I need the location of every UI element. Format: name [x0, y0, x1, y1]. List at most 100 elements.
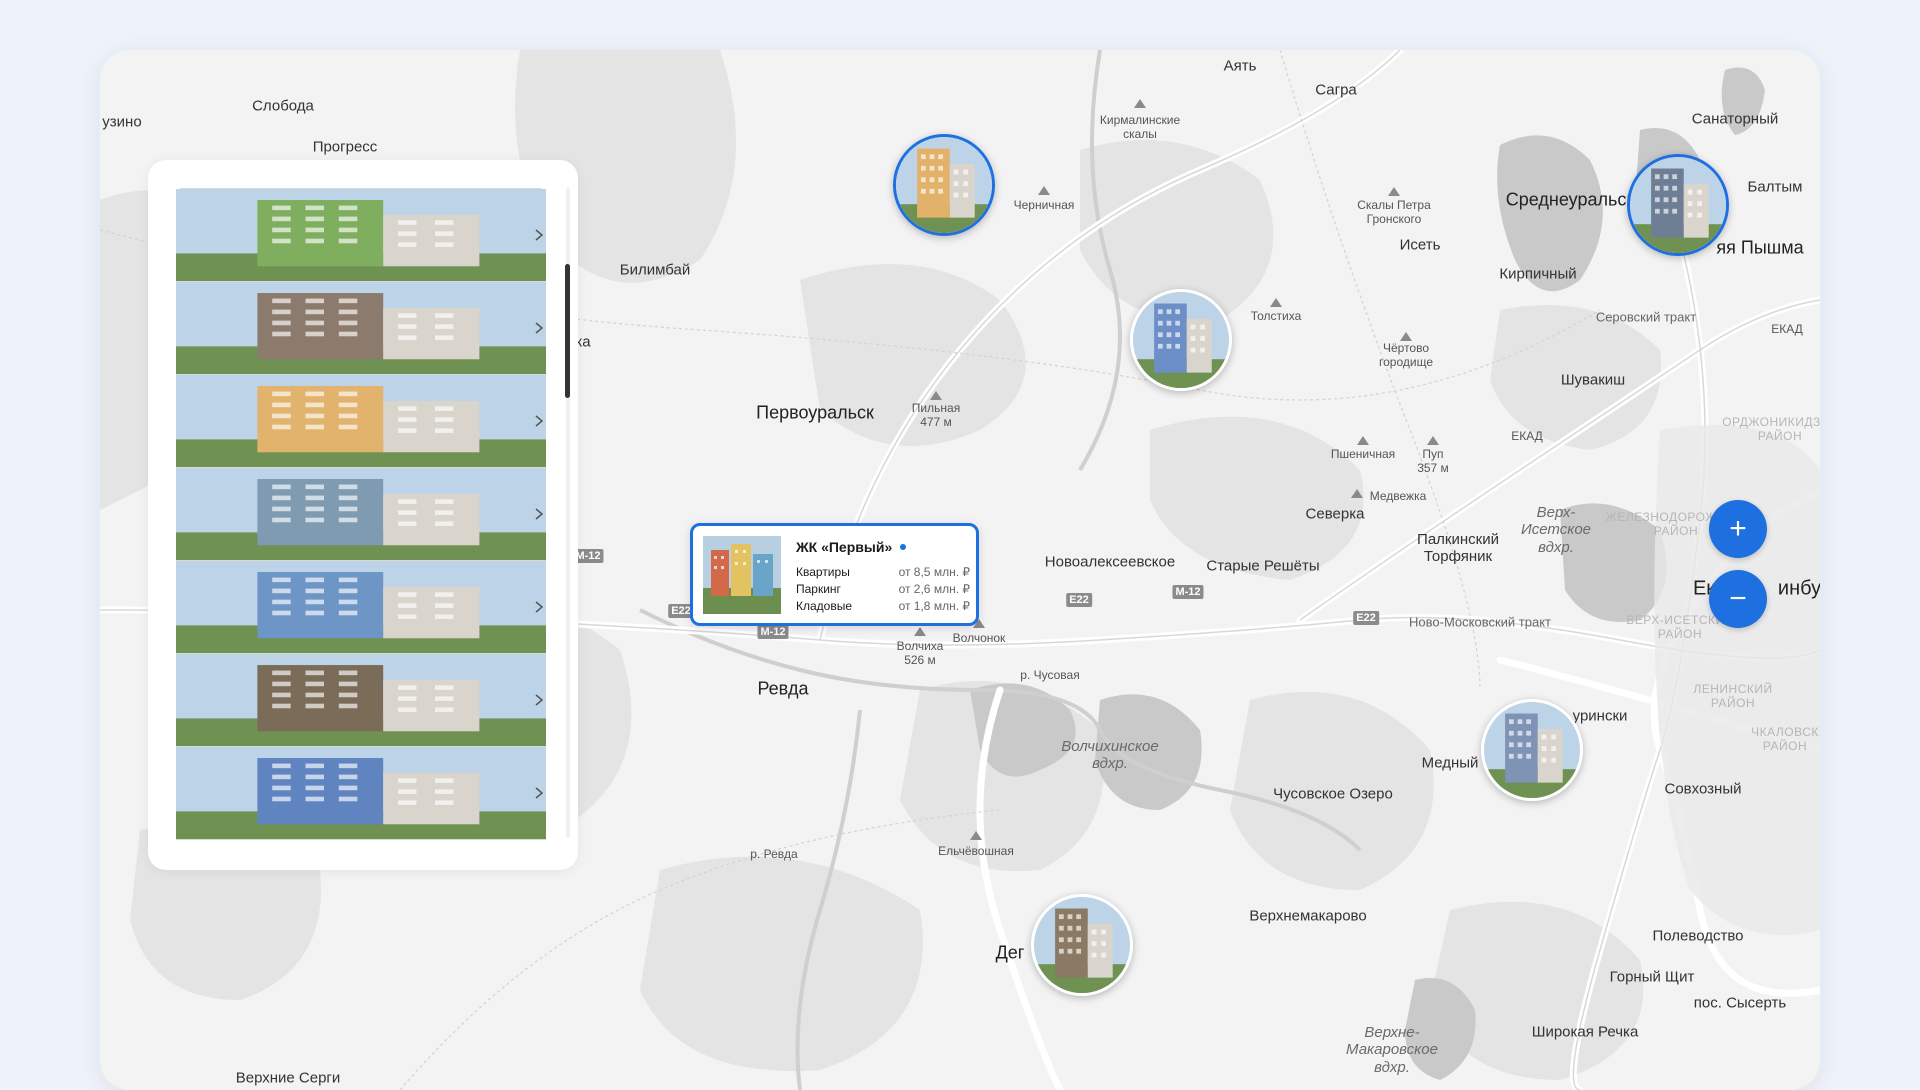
chevron-right-icon	[535, 322, 544, 334]
map-place-label: узино	[102, 113, 142, 131]
map-place-label: Ельчёвошная	[938, 844, 1014, 859]
map-place-label: Прогресс	[312, 138, 378, 156]
map-place-label: инбур	[1777, 577, 1820, 600]
road-shield: М-12	[1172, 585, 1204, 599]
map-place-label: Верхнемакарово	[1249, 907, 1367, 925]
map-place-label: Волчонок	[952, 631, 1006, 646]
mountain-peak-icon	[930, 391, 942, 400]
chevron-right-icon	[535, 694, 544, 706]
minus-icon: −	[1729, 582, 1747, 615]
map-place-label: ЛЕНИНСКИЙ РАЙОН	[1693, 682, 1773, 710]
map-place-label: Пильная 477 м	[911, 401, 961, 429]
price-value: от 8,5 млн. ₽	[898, 565, 970, 579]
map-place-label: Ново-Московский тракт	[1409, 614, 1551, 630]
chevron-right-icon	[535, 787, 544, 799]
map-place-label: ЕКАД	[1771, 322, 1803, 337]
project-list-item[interactable]: ЖК «Первый» г. Ревда	[176, 189, 546, 282]
mountain-peak-icon	[1400, 332, 1412, 341]
project-list-item[interactable]: ЖК «Шестой» г. Екатеринбург	[176, 654, 546, 747]
map-project-pin[interactable]	[1031, 894, 1133, 996]
map-project-pin[interactable]	[1130, 289, 1232, 391]
map-place-label: Толстиха	[1250, 309, 1302, 324]
project-list-item[interactable]: ЖК «Четверый» г. Екатеринбург	[176, 468, 546, 561]
map-place-label: Горный Щит	[1609, 968, 1695, 986]
project-thumbnail	[176, 375, 546, 467]
map-place-label: Старые Решёты	[1206, 557, 1320, 575]
map-place-label: Исеть	[1399, 236, 1441, 254]
list-scrollbar-thumb[interactable]	[565, 264, 570, 398]
project-list-item[interactable]: ЖК «Третий» г. Екатеринбург	[176, 375, 546, 468]
map-place-label: Санаторный	[1691, 110, 1779, 128]
map-place-label: Волчихинское вдхр.	[1061, 737, 1159, 772]
map-project-pin[interactable]	[1627, 154, 1729, 256]
new-indicator-dot	[900, 544, 907, 550]
popup-title-text: ЖК «Первый»	[796, 539, 893, 555]
project-list-item[interactable]: ЖК «Седьмой» г. Екатеринбург	[176, 747, 546, 840]
map-place-label: Скалы Петра Гронского	[1357, 198, 1431, 226]
project-thumbnail	[176, 282, 546, 374]
chevron-right-icon	[535, 415, 544, 427]
map-place-label: ЧКАЛОВСК РАЙОН	[1751, 725, 1819, 753]
map-place-label: Медвежка	[1369, 489, 1427, 504]
map-place-label: Ревда	[757, 678, 809, 699]
map-place-label: Палкинский Торфяник	[1417, 530, 1499, 565]
project-thumbnail	[176, 189, 546, 281]
map-project-pin[interactable]	[893, 134, 995, 236]
project-thumbnail	[176, 747, 546, 839]
popup-thumbnail	[703, 536, 781, 614]
map-place-label: Северка	[1305, 505, 1365, 523]
map-place-label: Медный	[1421, 754, 1479, 772]
map-place-label: Дег	[995, 942, 1025, 963]
map-place-label: Аять	[1223, 57, 1257, 75]
chevron-right-icon	[535, 508, 544, 520]
map-place-label: Сагра	[1315, 81, 1357, 99]
chevron-right-icon	[535, 601, 544, 613]
map-place-label: Среднеуральск	[1505, 189, 1635, 210]
mountain-peak-icon	[970, 831, 982, 840]
map-place-label: яя Пышма	[1716, 237, 1804, 258]
project-list-item[interactable]: ЖК «Второй» г. Верхняя Пышма	[176, 282, 546, 375]
map-place-label: Верхне- Макаровское вдхр.	[1346, 1024, 1438, 1076]
project-thumbnail	[176, 654, 546, 746]
map-place-label: Билимбай	[619, 261, 691, 279]
map-place-label: Серовский тракт	[1595, 309, 1697, 325]
map-place-label: Чёртово городище	[1379, 341, 1433, 369]
map-place-label: ЕКАД	[1511, 429, 1543, 444]
mountain-peak-icon	[1357, 436, 1369, 445]
zoom-out-button[interactable]: −	[1709, 570, 1767, 628]
road-shield: Е22	[1353, 611, 1379, 625]
project-thumbnail	[176, 561, 546, 653]
mountain-peak-icon	[1388, 187, 1400, 196]
map-place-label: пос. Сысерть	[1693, 994, 1787, 1012]
map-place-label: Волчиха 526 м	[896, 639, 944, 667]
project-list-item[interactable]: ЖК «Пятый» г. Среднеуральск	[176, 561, 546, 654]
mountain-peak-icon	[914, 627, 926, 636]
map-place-label: Широкая Речка	[1531, 1023, 1639, 1041]
project-thumbnail	[176, 468, 546, 560]
map-place-label: Шувакиш	[1560, 371, 1626, 389]
chevron-right-icon	[535, 229, 544, 241]
zoom-in-button[interactable]: +	[1709, 500, 1767, 558]
project-popup[interactable]: ЖК «Первый» Квартиры от 8,5 млн. ₽ Паркин…	[690, 523, 979, 626]
map-place-label: ОРДЖОНИКИДЗЕВ РАЙОН	[1722, 415, 1820, 443]
map-place-label: Балтым	[1747, 178, 1803, 196]
popup-price-row: Кладовые от 1,8 млн. ₽	[796, 598, 970, 615]
map-place-label: Новоалексеевское	[1044, 553, 1176, 571]
map-place-label: р. Чусовая	[1020, 668, 1080, 683]
popup-prices: Квартиры от 8,5 млн. ₽ Паркинг от 2,6 млн…	[796, 564, 970, 615]
projects-list: ЖК «Первый» г. Ревда ЖК «Второй»	[176, 188, 546, 840]
popup-price-row: Квартиры от 8,5 млн. ₽	[796, 564, 970, 581]
road-shield: М-12	[757, 625, 789, 639]
map-place-label: Чусовское Озеро	[1273, 785, 1393, 803]
map-project-pin[interactable]	[1481, 699, 1583, 801]
map-place-label: Пуп 357 м	[1417, 447, 1449, 475]
mountain-peak-icon	[1134, 99, 1146, 108]
mountain-peak-icon	[1351, 489, 1363, 498]
price-value: от 1,8 млн. ₽	[898, 599, 970, 613]
price-value: от 2,6 млн. ₽	[898, 582, 970, 596]
mountain-peak-icon	[1038, 186, 1050, 195]
map-place-label: Кирпичный	[1499, 265, 1577, 283]
projects-sidebar: ЖК «Первый» г. Ревда ЖК «Второй»	[148, 160, 578, 870]
map-place-label: Кирмалинские скалы	[1099, 113, 1181, 141]
map-place-label: Верх- Исетское вдхр.	[1521, 504, 1591, 556]
